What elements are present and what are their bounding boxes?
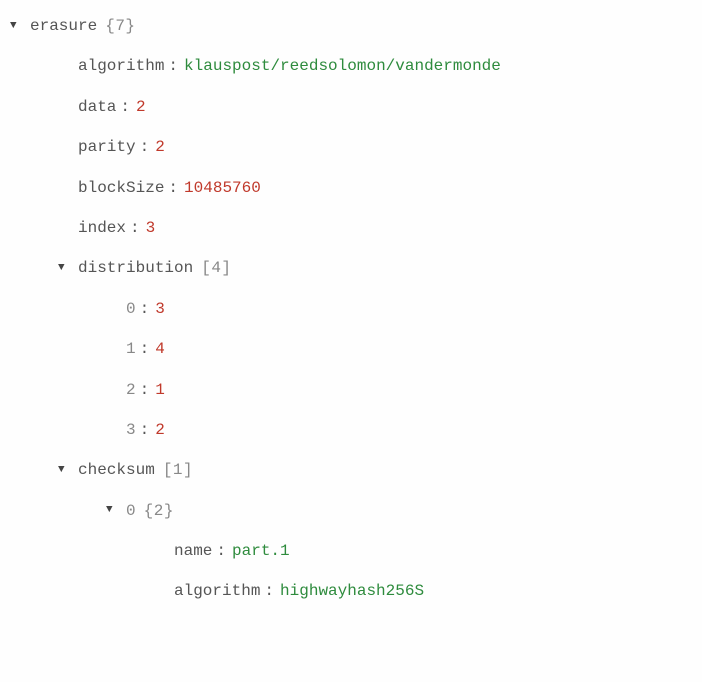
node-key: checksum <box>78 459 155 481</box>
prop-key: algorithm <box>174 580 260 602</box>
prop-parity[interactable]: parity : 2 <box>10 127 692 167</box>
prop-algorithm[interactable]: algorithm : highwayhash256S <box>10 571 692 611</box>
prop-key: blockSize <box>78 177 164 199</box>
prop-key: name <box>174 540 212 562</box>
node-meta: {7} <box>105 15 135 37</box>
chevron-down-icon[interactable]: ▼ <box>10 19 24 34</box>
colon: : <box>140 136 150 158</box>
node-meta: [4] <box>201 257 231 279</box>
prop-value: highwayhash256S <box>280 580 424 602</box>
prop-value: part.1 <box>232 540 290 562</box>
item-value: 4 <box>155 338 165 360</box>
prop-key: data <box>78 96 116 118</box>
tree-node-checksum[interactable]: ▼ checksum [1] <box>10 450 692 490</box>
colon: : <box>216 540 226 562</box>
prop-index[interactable]: index : 3 <box>10 208 692 248</box>
colon: : <box>168 55 178 77</box>
node-key: erasure <box>30 15 97 37</box>
tree-node-erasure[interactable]: ▼ erasure {7} <box>10 6 692 46</box>
item-value: 2 <box>155 419 165 441</box>
prop-name[interactable]: name : part.1 <box>10 531 692 571</box>
colon: : <box>130 217 140 239</box>
prop-value: 2 <box>136 96 146 118</box>
tree-node-distribution[interactable]: ▼ distribution [4] <box>10 248 692 288</box>
colon: : <box>168 177 178 199</box>
colon: : <box>120 96 130 118</box>
node-meta: {2} <box>144 500 174 522</box>
prop-key: algorithm <box>78 55 164 77</box>
item-key: 1 <box>126 338 136 360</box>
chevron-down-icon[interactable]: ▼ <box>58 261 72 276</box>
item-value: 1 <box>155 379 165 401</box>
prop-data[interactable]: data : 2 <box>10 87 692 127</box>
node-meta: [1] <box>163 459 193 481</box>
prop-key: parity <box>78 136 136 158</box>
chevron-down-icon[interactable]: ▼ <box>106 503 120 518</box>
node-key: 0 <box>126 500 136 522</box>
prop-algorithm[interactable]: algorithm : klauspost/reedsolomon/vander… <box>10 46 692 86</box>
array-item[interactable]: 1 : 4 <box>10 329 692 369</box>
prop-blocksize[interactable]: blockSize : 10485760 <box>10 168 692 208</box>
colon: : <box>264 580 274 602</box>
array-item[interactable]: 0 : 3 <box>10 289 692 329</box>
colon: : <box>140 338 150 360</box>
array-item[interactable]: 2 : 1 <box>10 370 692 410</box>
colon: : <box>140 379 150 401</box>
chevron-down-icon[interactable]: ▼ <box>58 463 72 478</box>
prop-value: klauspost/reedsolomon/vandermonde <box>184 55 501 77</box>
prop-key: index <box>78 217 126 239</box>
prop-value: 10485760 <box>184 177 261 199</box>
colon: : <box>140 419 150 441</box>
item-key: 3 <box>126 419 136 441</box>
item-value: 3 <box>155 298 165 320</box>
item-key: 2 <box>126 379 136 401</box>
prop-value: 2 <box>155 136 165 158</box>
prop-value: 3 <box>146 217 156 239</box>
colon: : <box>140 298 150 320</box>
node-key: distribution <box>78 257 193 279</box>
array-item[interactable]: 3 : 2 <box>10 410 692 450</box>
item-key: 0 <box>126 298 136 320</box>
tree-node-checksum-0[interactable]: ▼ 0 {2} <box>10 491 692 531</box>
